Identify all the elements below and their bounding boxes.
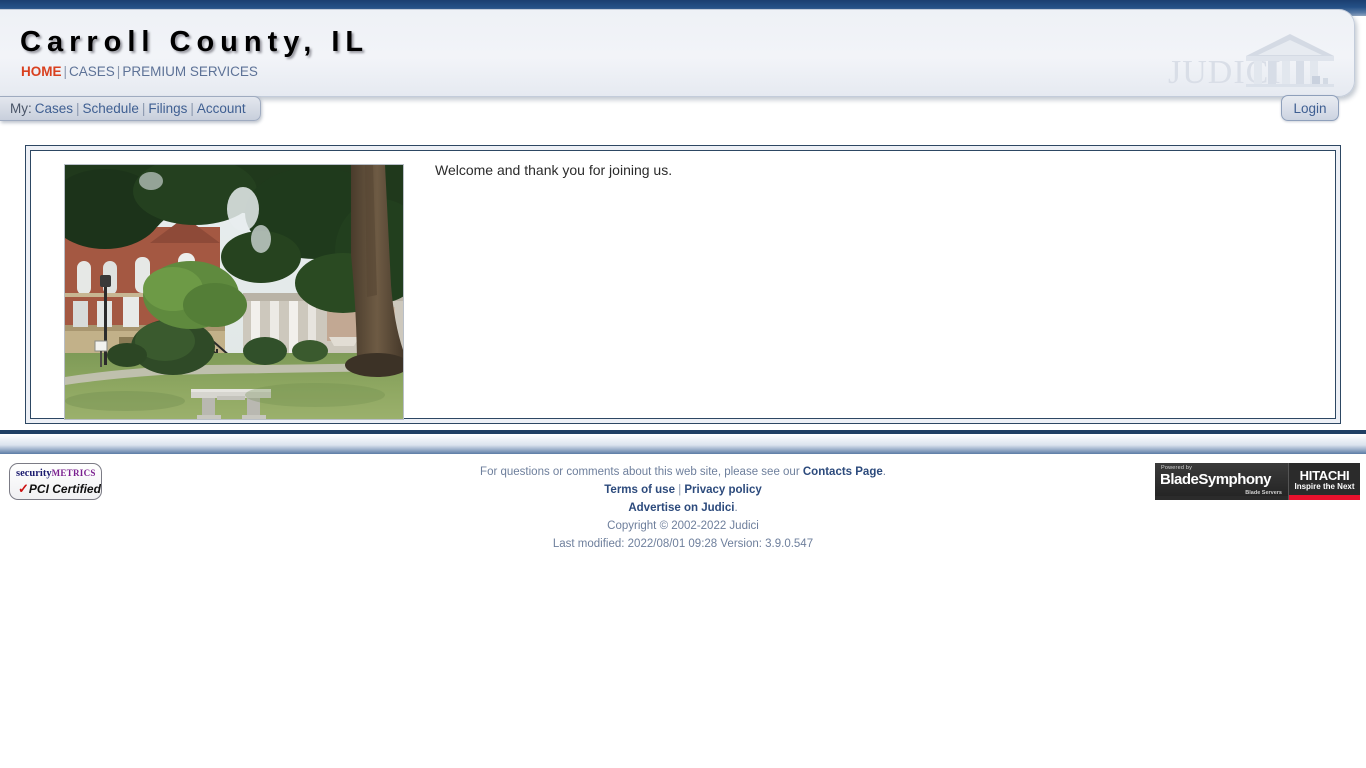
login-button[interactable]: Login bbox=[1281, 95, 1339, 121]
nav-separator: | bbox=[63, 64, 68, 79]
bladesymphony-panel: Powered by BladeSymphony Blade Servers bbox=[1155, 463, 1288, 500]
nav-separator: | bbox=[141, 101, 146, 116]
courthouse-photo bbox=[64, 164, 404, 420]
nav-separator: | bbox=[76, 101, 80, 116]
subnav-item-filings[interactable]: Filings bbox=[148, 101, 187, 116]
hitachi-bladesymphony-badge[interactable]: Powered by BladeSymphony Blade Servers H… bbox=[1155, 463, 1360, 500]
primary-nav: HOME | CASES | PREMIUM SERVICES bbox=[21, 64, 258, 79]
contact-prefix: For questions or comments about this web… bbox=[480, 466, 803, 478]
nav-separator: | bbox=[190, 101, 194, 116]
bladesymphony-wordmark: BladeSymphony bbox=[1160, 471, 1272, 488]
hitachi-panel: HITACHI Inspire the Next bbox=[1288, 463, 1360, 500]
main-content-inner: Welcome and thank you for joining us. bbox=[30, 150, 1336, 420]
main-content-panel: Welcome and thank you for joining us. bbox=[25, 145, 1341, 424]
subnav-item-cases[interactable]: Cases bbox=[35, 101, 73, 116]
courthouse-icon bbox=[1244, 32, 1336, 99]
hitachi-tagline: Inspire the Next bbox=[1294, 482, 1355, 491]
footer-separator: | bbox=[678, 484, 682, 496]
nav-item-home[interactable]: HOME bbox=[21, 64, 62, 79]
advertise-suffix: . bbox=[734, 502, 738, 514]
blade-bottom-bar bbox=[1155, 496, 1288, 500]
nav-item-premium-services[interactable]: PREMIUM SERVICES bbox=[122, 64, 258, 79]
nav-item-cases[interactable]: CASES bbox=[69, 64, 115, 79]
site-footer: securityMETRICS ✓PCI Certified For quest… bbox=[0, 454, 1366, 564]
my-account-nav: My: Cases | Schedule | Filings | Account bbox=[0, 96, 261, 121]
subnav-item-account[interactable]: Account bbox=[197, 101, 246, 116]
hitachi-red-bar bbox=[1289, 495, 1360, 500]
copyright-text: Copyright © 2002-2022 Judici bbox=[607, 520, 759, 532]
advertise-link[interactable]: Advertise on Judici bbox=[628, 502, 734, 514]
site-header: Carroll County, IL HOME | CASES | PREMIUM SE… bbox=[0, 9, 1355, 97]
welcome-message: Welcome and thank you for joining us. bbox=[435, 162, 673, 178]
contacts-page-link[interactable]: Contacts Page bbox=[803, 466, 883, 478]
my-label: My: bbox=[10, 101, 32, 116]
privacy-policy-link[interactable]: Privacy policy bbox=[684, 484, 761, 496]
terms-of-use-link[interactable]: Terms of use bbox=[604, 484, 675, 496]
subnav-item-schedule[interactable]: Schedule bbox=[83, 101, 139, 116]
footer-gradient bbox=[0, 434, 1366, 454]
page-title: Carroll County, IL bbox=[20, 26, 370, 58]
contact-suffix: . bbox=[882, 466, 886, 478]
footer-advertise-line: Advertise on Judici. bbox=[0, 499, 1366, 517]
version-text: Last modified: 2022/08/01 09:28 Version:… bbox=[552, 538, 814, 550]
judici-logo[interactable]: JUDICI bbox=[1168, 32, 1336, 94]
hitachi-wordmark: HITACHI bbox=[1299, 468, 1350, 483]
